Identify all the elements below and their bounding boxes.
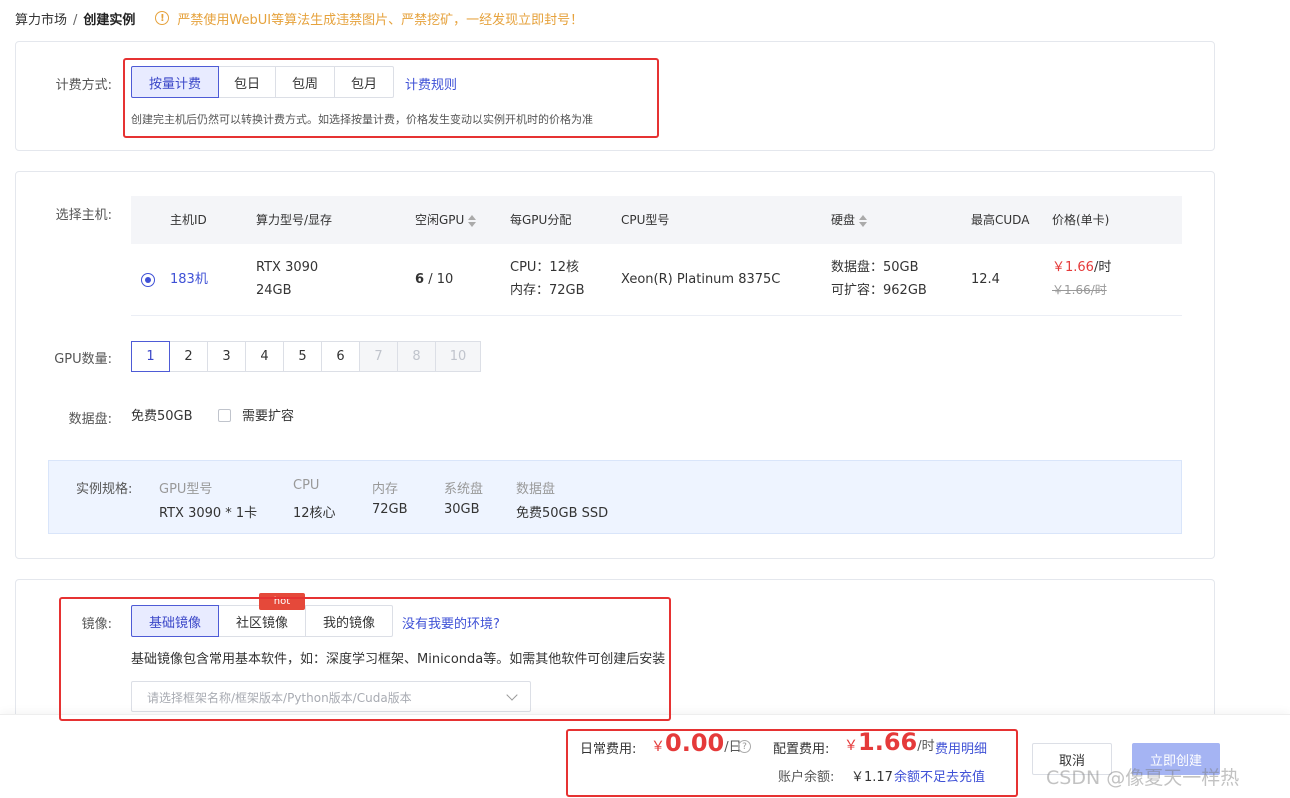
col-gpu-model: 算力型号/显存 xyxy=(256,213,333,227)
recharge-link[interactable]: 余额不足去充值 xyxy=(894,766,985,785)
daily-fee-label: 日常费用: xyxy=(580,742,637,757)
daily-fee-currency: ￥ xyxy=(651,739,665,755)
billing-mode-selector: 按量计费 包日 包周 包月 xyxy=(131,66,394,98)
host-table-header: 主机ID 算力型号/显存 空闲GPU 每GPU分配 CPU型号 硬盘 最高CUD… xyxy=(131,196,1182,244)
image-label: 镜像: xyxy=(81,617,112,632)
spec-key: 系统盘 xyxy=(444,482,484,497)
gpu-count-option[interactable]: 2 xyxy=(169,341,208,372)
top-bar: 算力市场 / 创建实例 ! 严禁使用WebUI等算法生成违禁图片、严禁挖矿，一经发现… xyxy=(0,0,1290,36)
billing-label: 计费方式: xyxy=(55,78,112,93)
billing-option-weekly[interactable]: 包周 xyxy=(275,66,335,98)
gpu-count-label: GPU数量: xyxy=(54,352,112,367)
col-per-gpu: 每GPU分配 xyxy=(510,213,572,227)
help-icon[interactable]: ? xyxy=(738,740,751,753)
gpu-count-option-disabled: 10 xyxy=(435,341,481,372)
host-free-gpu: 6 / 10 xyxy=(415,268,453,291)
image-select-placeholder: 请选择框架名称/框架版本/Python版本/Cuda版本 xyxy=(147,691,412,705)
expand-label[interactable]: 需要扩容 xyxy=(242,405,294,428)
total-gpu-count: / 10 xyxy=(428,272,454,287)
gpu-count-option[interactable]: 5 xyxy=(283,341,322,372)
daily-fee: ￥0.00/日 xyxy=(651,729,742,757)
fee-detail-link[interactable]: 费用明细 xyxy=(935,738,987,757)
balance-label: 账户余额: xyxy=(778,770,835,785)
host-expandable: 可扩容：962GB xyxy=(831,283,927,298)
spec-key: GPU型号 xyxy=(159,482,213,497)
balance-value: ￥1.17 xyxy=(851,770,893,785)
host-cuda: 12.4 xyxy=(971,272,1000,287)
config-fee-unit: /时 xyxy=(917,739,935,754)
config-fee: ￥1.66/时 xyxy=(844,728,935,756)
spec-value: 30GB xyxy=(444,502,480,517)
missing-env-link[interactable]: 没有我要的环境? xyxy=(402,613,500,632)
host-cpu-alloc: CPU：12核 xyxy=(510,260,579,275)
col-free-gpu-label: 空闲GPU xyxy=(415,213,465,227)
spec-value: 72GB xyxy=(372,502,408,517)
warning-circle-icon: ! xyxy=(155,11,170,25)
free-gpu-count: 6 xyxy=(415,272,425,287)
data-disk-value: 免费50GB xyxy=(131,409,193,424)
col-host-id: 主机ID xyxy=(170,213,207,227)
host-original-price: ￥1.66/时 xyxy=(1052,283,1107,297)
col-price: 价格(单卡) xyxy=(1052,213,1110,227)
host-cpu-model: Xeon(R) Platinum 8375C xyxy=(621,272,781,287)
gpu-count-option[interactable]: 1 xyxy=(131,341,170,372)
col-free-gpu[interactable]: 空闲GPU xyxy=(415,196,477,244)
gpu-count-option[interactable]: 6 xyxy=(321,341,360,372)
spec-key: 数据盘 xyxy=(516,482,556,497)
host-vram: 24GB xyxy=(256,283,292,298)
image-hint: 基础镜像包含常用基本软件，如：深度学习框架、Miniconda等。如需其他软件可… xyxy=(131,652,666,667)
billing-rules-link[interactable]: 计费规则 xyxy=(405,74,457,93)
host-radio[interactable] xyxy=(141,273,155,287)
host-price-value: ￥1.66 xyxy=(1052,260,1094,275)
image-select[interactable]: 请选择框架名称/框架版本/Python版本/Cuda版本 xyxy=(131,681,531,712)
host-data-disk: 数据盘：50GB xyxy=(831,260,919,275)
expand-checkbox[interactable] xyxy=(218,409,231,422)
host-price: ￥1.66/时 xyxy=(1052,256,1111,279)
billing-hint: 创建完主机后仍然可以转换计费方式。如选择按量计费，价格发生变动以实例开机时的价格… xyxy=(131,113,593,126)
image-tab-mine[interactable]: 我的镜像 xyxy=(305,605,393,637)
billing-option-monthly[interactable]: 包月 xyxy=(334,66,394,98)
data-disk-label: 数据盘: xyxy=(68,412,112,427)
host-price-unit: /时 xyxy=(1093,260,1112,275)
chevron-down-icon xyxy=(506,689,518,701)
gpu-count-option-disabled: 8 xyxy=(397,341,436,372)
spec-value: 12核心 xyxy=(293,506,336,521)
gpu-count-selector: 1 2 3 4 5 6 7 8 10 xyxy=(131,341,481,372)
host-id[interactable]: 183机 xyxy=(170,268,208,291)
spec-label: 实例规格: xyxy=(76,482,133,497)
watermark: CSDN @像夏天一样热 xyxy=(1046,767,1240,789)
gpu-count-option[interactable]: 3 xyxy=(207,341,246,372)
image-tab-basic[interactable]: 基础镜像 xyxy=(131,605,219,637)
gpu-count-option-disabled: 7 xyxy=(359,341,398,372)
spec-key: 内存 xyxy=(372,482,399,497)
billing-option-pay-as-you-go[interactable]: 按量计费 xyxy=(131,66,219,98)
host-gpu-model: RTX 3090 xyxy=(256,260,319,275)
col-cuda: 最高CUDA xyxy=(971,213,1030,227)
billing-option-daily[interactable]: 包日 xyxy=(218,66,276,98)
col-disk[interactable]: 硬盘 xyxy=(831,196,868,244)
sort-icon[interactable] xyxy=(468,214,477,227)
spec-value: RTX 3090 * 1卡 xyxy=(159,506,258,521)
sort-icon[interactable] xyxy=(859,214,868,227)
hot-badge: hot xyxy=(259,593,305,610)
gpu-count-option[interactable]: 4 xyxy=(245,341,284,372)
config-fee-label: 配置费用: xyxy=(773,742,830,757)
host-mem-alloc: 内存：72GB xyxy=(510,283,585,298)
col-cpu-model: CPU型号 xyxy=(621,213,670,227)
breadcrumb-current: 创建实例 xyxy=(83,12,136,28)
spec-value: 免费50GB SSD xyxy=(516,506,609,521)
breadcrumb-separator: / xyxy=(73,12,78,28)
daily-fee-value: 0.00 xyxy=(665,729,725,757)
host-label: 选择主机: xyxy=(55,208,112,223)
warning-banner-text: 严禁使用WebUI等算法生成违禁图片、严禁挖矿，一经发现立即封号！ xyxy=(177,12,584,28)
breadcrumb-parent[interactable]: 算力市场 xyxy=(15,13,67,28)
col-disk-label: 硬盘 xyxy=(831,213,856,227)
spec-key: CPU xyxy=(293,478,320,493)
config-fee-value: 1.66 xyxy=(858,728,918,756)
breadcrumb: 算力市场 / 创建实例 xyxy=(15,9,135,28)
instance-spec-box: 实例规格: GPU型号 RTX 3090 * 1卡 CPU 12核心 内存 72… xyxy=(48,460,1182,534)
host-table-row[interactable]: 183机 RTX 3090 24GB 6 / 10 CPU：12核 内存：72G… xyxy=(131,244,1182,316)
config-fee-currency: ￥ xyxy=(844,738,858,754)
